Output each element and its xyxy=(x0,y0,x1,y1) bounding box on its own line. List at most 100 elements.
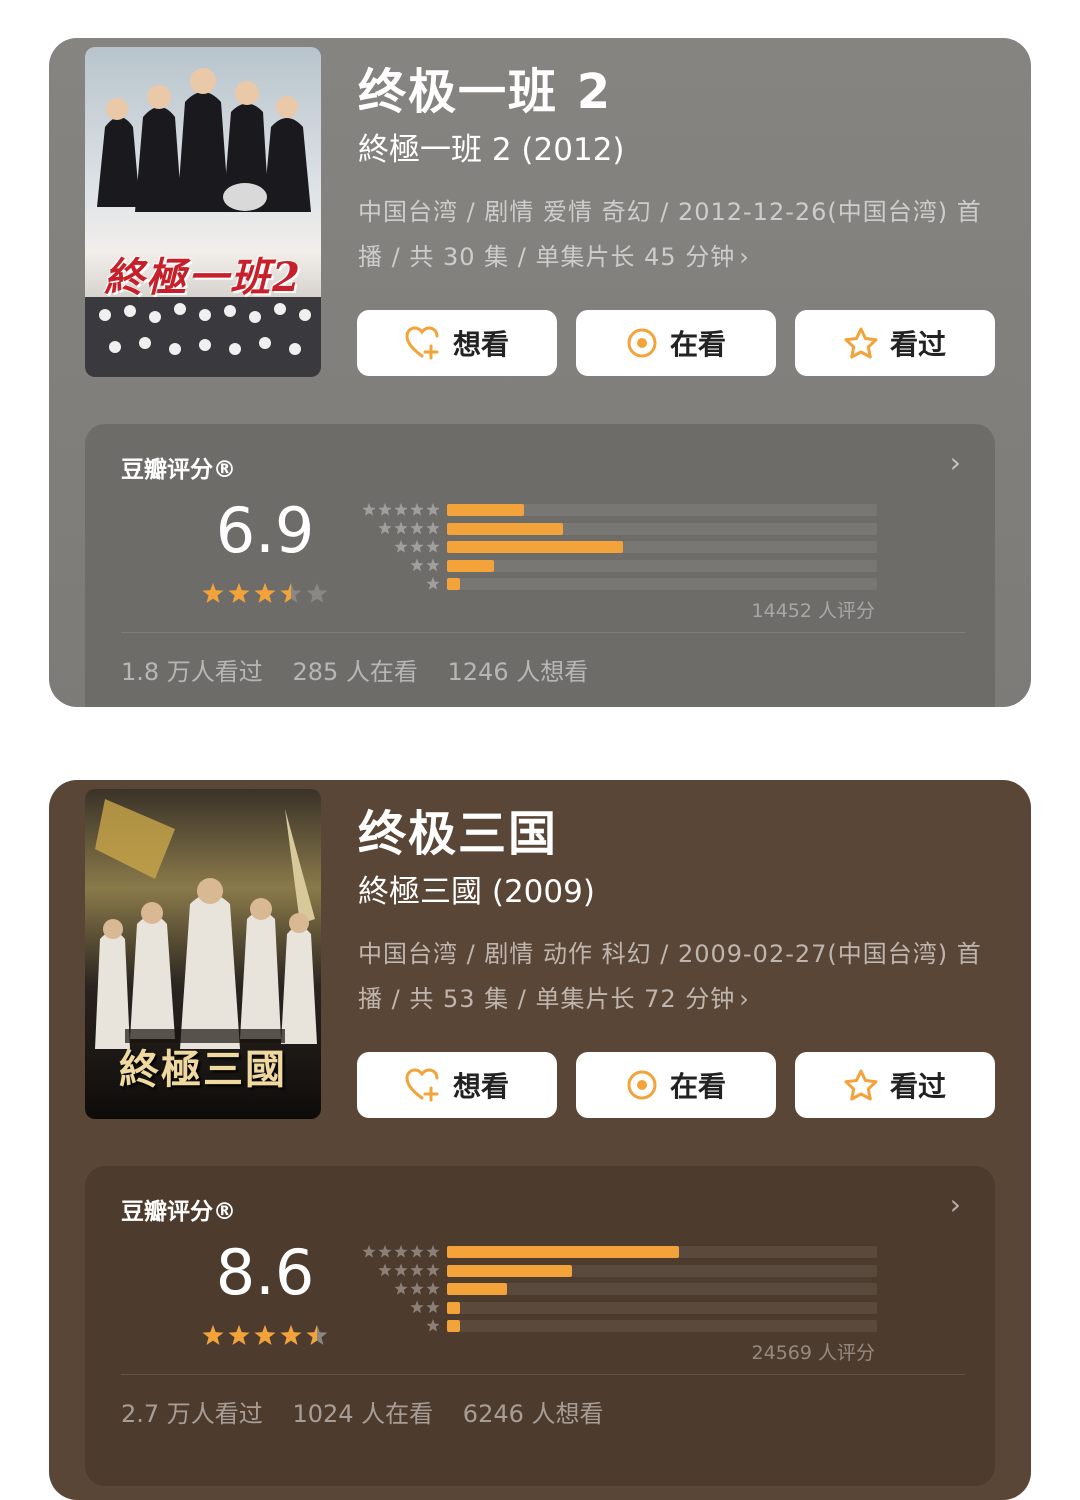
poster-title: 終極三國 xyxy=(119,1046,287,1093)
star-icon xyxy=(426,540,440,553)
rating-label: 豆瓣评分® xyxy=(121,457,236,483)
star-icon xyxy=(394,521,408,535)
divider xyxy=(121,632,965,633)
original-title: 終極三國 (2009) xyxy=(358,874,595,910)
rating-label: 豆瓣评分® xyxy=(121,1199,236,1225)
douban-rating-panel[interactable]: 豆瓣评分® › 8.6 24569 人评分 2.7 万人看过 1024 人在看 … xyxy=(85,1166,995,1486)
star-icon xyxy=(426,1300,440,1314)
divider xyxy=(121,1374,965,1375)
heart-plus-icon xyxy=(405,1068,439,1102)
score-stars xyxy=(202,1325,328,1345)
star-icon xyxy=(394,1282,408,1295)
rating-score: 6.9 xyxy=(215,494,315,567)
douban-rating-panel[interactable]: 豆瓣评分® › 6.9 14452 人评分 1.8 万人看过 285 人在看 1… xyxy=(85,424,995,707)
rating-distribution xyxy=(447,1246,877,1339)
show-meta[interactable]: 中国台湾 / 剧情 动作 科幻 / 2009-02-27(中国台湾) 首播 / … xyxy=(358,932,998,1022)
movie-card[interactable]: 終極三國 终极三国 終極三國 (2009) 中国台湾 / 剧情 动作 科幻 / … xyxy=(49,780,1031,1500)
show-title: 终极一班 2 xyxy=(358,64,613,120)
star-icon xyxy=(426,503,440,516)
poster-image[interactable]: 終極一班2 xyxy=(85,47,321,377)
want-label: 想看 xyxy=(452,328,509,361)
rating-count: 14452 人评分 xyxy=(751,600,875,622)
rating-bar-fill xyxy=(447,578,460,590)
watching-label: 在看 xyxy=(669,1070,726,1103)
rating-bar-fill xyxy=(447,1283,508,1295)
rating-distribution xyxy=(447,504,877,597)
watched-button[interactable]: 看过 xyxy=(795,1052,995,1118)
star-icon xyxy=(426,521,440,535)
meta-text: 中国台湾 / 剧情 动作 科幻 / 2009-02-27(中国台湾) 首播 / … xyxy=(358,940,982,1013)
star-icon xyxy=(378,1263,392,1277)
poster-image[interactable]: 終極三國 xyxy=(85,789,321,1119)
movie-card[interactable]: 終極一班2 终极一班 2 終極一班 2 (2012) 中国台湾 / 剧情 爱情 … xyxy=(49,38,1031,707)
watching-button[interactable]: 在看 xyxy=(576,1052,776,1118)
want-count: 6246 人想看 xyxy=(462,1400,604,1428)
watched-count: 1.8 万人看过 xyxy=(121,658,263,686)
show-meta[interactable]: 中国台湾 / 剧情 爱情 奇幻 / 2012-12-26(中国台湾) 首播 / … xyxy=(358,190,998,280)
star-icon xyxy=(410,1263,424,1277)
star-icon xyxy=(426,1282,440,1295)
star-icon xyxy=(394,540,408,553)
poster-title: 終極一班2 xyxy=(104,254,302,301)
watched-button[interactable]: 看过 xyxy=(795,310,995,376)
star-icon xyxy=(280,1325,302,1345)
distribution-star-labels xyxy=(362,1245,440,1332)
rating-bar xyxy=(447,559,877,572)
star-icon xyxy=(378,521,392,535)
rating-bar xyxy=(447,522,877,535)
star-icon xyxy=(426,1263,440,1277)
chevron-right-icon: › xyxy=(739,243,750,271)
star-outline-icon xyxy=(844,327,878,359)
rating-bar xyxy=(447,1320,877,1332)
rating-bar xyxy=(447,1301,877,1314)
watching-count: 1024 人在看 xyxy=(292,1400,434,1428)
star-icon xyxy=(362,503,376,516)
star-icon xyxy=(410,1245,424,1258)
star-icon xyxy=(202,1325,224,1345)
rating-bar-fill xyxy=(447,541,624,553)
star-icon xyxy=(202,583,224,603)
score-stars xyxy=(202,583,328,603)
chevron-right-icon[interactable]: › xyxy=(950,446,961,479)
star-icon xyxy=(394,503,408,516)
watched-label: 看过 xyxy=(889,328,946,361)
star-icon xyxy=(306,583,328,603)
rating-bar xyxy=(447,1283,877,1295)
distribution-star-labels xyxy=(362,503,440,590)
want-button[interactable]: 想看 xyxy=(357,310,557,376)
watching-label: 在看 xyxy=(669,328,726,361)
chevron-right-icon[interactable]: › xyxy=(950,1188,961,1221)
watch-stats: 1.8 万人看过 285 人在看 1246 人想看 xyxy=(121,652,610,687)
rating-score: 8.6 xyxy=(215,1236,315,1309)
rating-count: 24569 人评分 xyxy=(751,1342,875,1364)
rating-bar-fill xyxy=(447,1320,460,1332)
star-icon xyxy=(394,1245,408,1258)
original-title: 終極一班 2 (2012) xyxy=(358,132,625,168)
star-icon xyxy=(426,1319,440,1332)
star-icon xyxy=(426,1245,440,1258)
chevron-right-icon: › xyxy=(739,985,750,1013)
rating-bar xyxy=(447,504,877,516)
rating-bar-fill xyxy=(447,1264,572,1277)
rating-bar xyxy=(447,578,877,590)
star-icon xyxy=(410,540,424,553)
star-icon xyxy=(362,1245,376,1258)
star-icon xyxy=(410,1282,424,1295)
rating-bar-fill xyxy=(447,504,525,516)
star-icon xyxy=(378,1245,392,1258)
rating-bar-fill xyxy=(447,559,495,572)
watching-button[interactable]: 在看 xyxy=(576,310,776,376)
star-icon xyxy=(410,1300,424,1314)
star-icon xyxy=(410,521,424,535)
star-icon xyxy=(254,1325,276,1345)
rating-bar xyxy=(447,541,877,553)
want-button[interactable]: 想看 xyxy=(357,1052,557,1118)
rating-bar xyxy=(447,1264,877,1277)
rating-bar-fill xyxy=(447,1246,680,1258)
watched-label: 看过 xyxy=(889,1070,946,1103)
rating-bar-fill xyxy=(447,1301,460,1314)
want-label: 想看 xyxy=(452,1070,509,1103)
star-icon xyxy=(410,558,424,572)
watching-count: 285 人在看 xyxy=(292,658,418,686)
target-icon xyxy=(627,1070,657,1100)
